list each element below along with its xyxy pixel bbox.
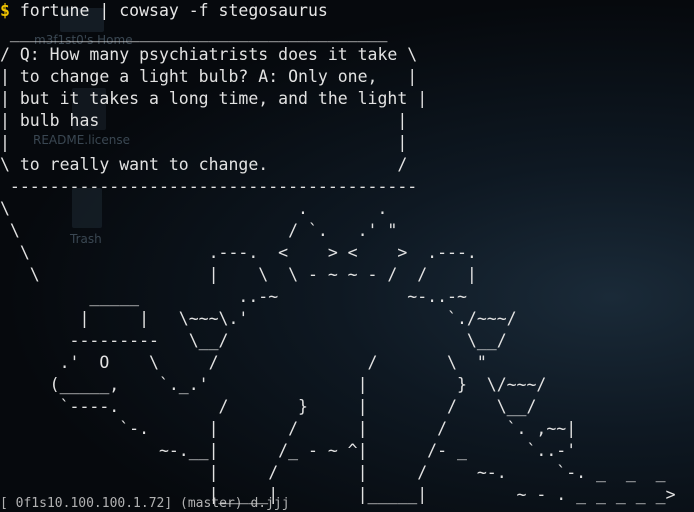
terminal-output[interactable]: $ fortune | cowsay -f stegosaurus ______… <box>0 0 676 506</box>
terminal-window[interactable]: m3f1st0's Home README.license Trash $ fo… <box>0 0 694 512</box>
command-text: fortune | cowsay -f stegosaurus <box>19 1 328 20</box>
prompt-symbol: $ <box>0 1 10 20</box>
partial-prompt-line: [ 0f1s10.100.100.1.72] (master) d.jjj <box>0 496 290 511</box>
command-line: $ fortune | cowsay -f stegosaurus <box>0 0 676 22</box>
cowsay-output: ______________________________________ /… <box>0 23 676 504</box>
